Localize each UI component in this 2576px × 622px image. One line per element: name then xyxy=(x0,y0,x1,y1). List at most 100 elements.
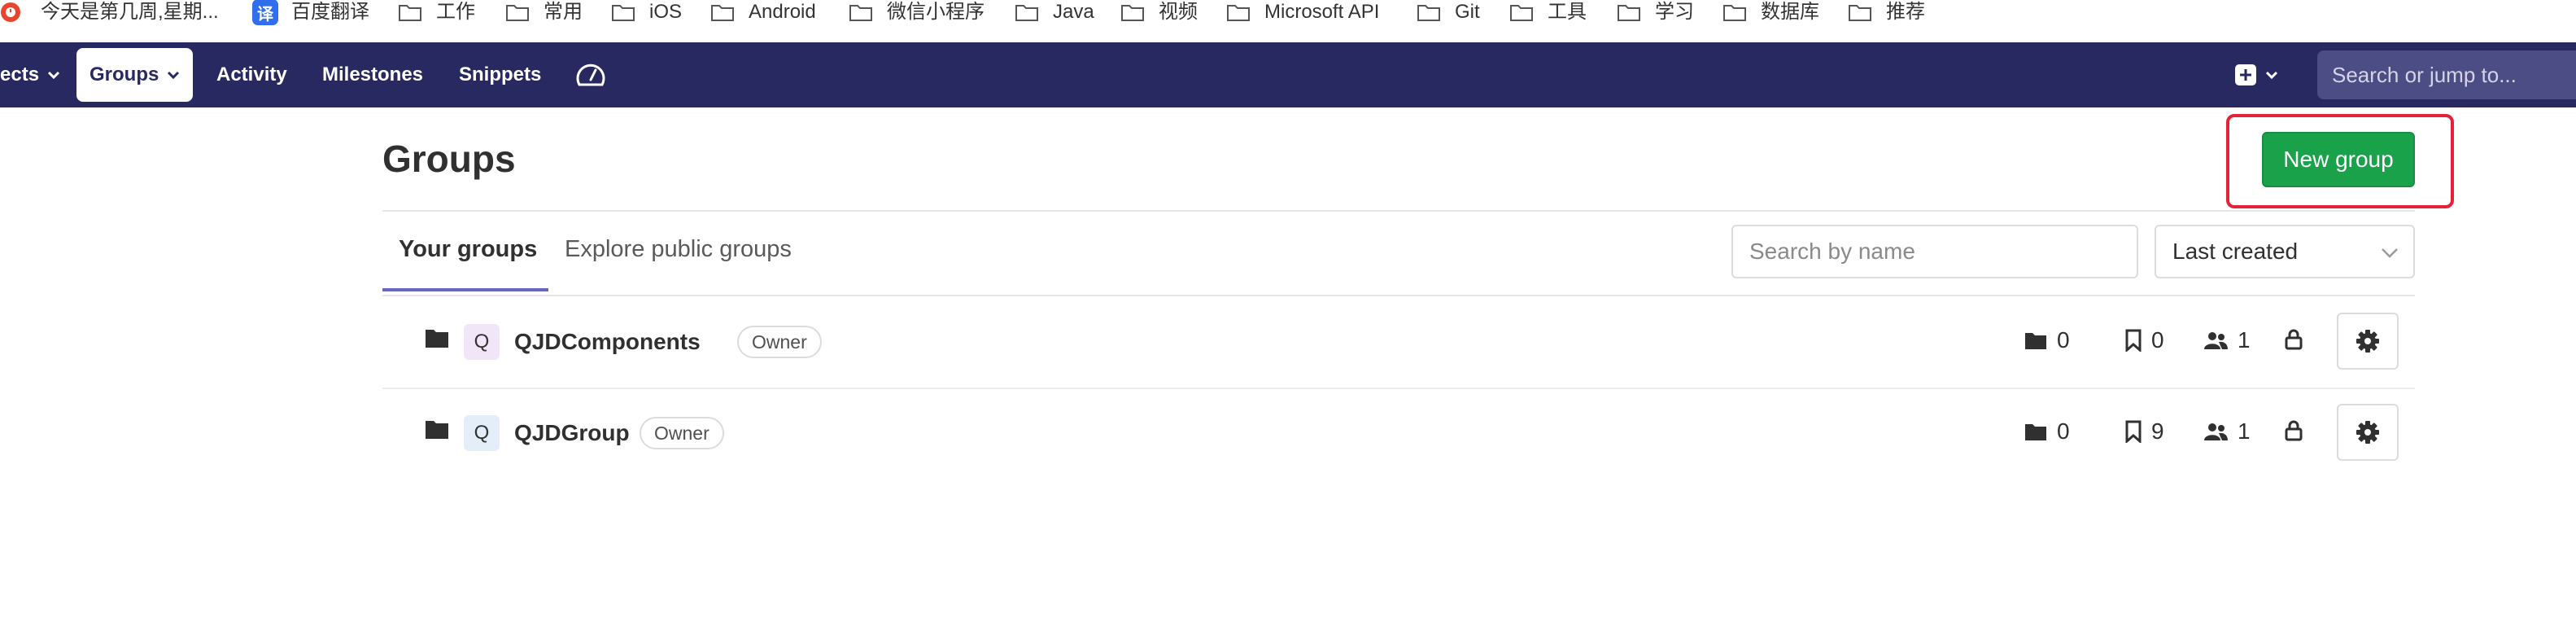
group-row[interactable]: Q QJDGroup Owner 0 9 1 xyxy=(382,389,2415,479)
bookmark-label: 工作 xyxy=(436,1,475,23)
role-badge: Owner xyxy=(737,326,822,358)
bookmark-label: 推荐 xyxy=(1886,1,1925,23)
plus-square-icon xyxy=(2235,64,2256,85)
nav-activity-label: Activity xyxy=(216,64,287,85)
folder-icon xyxy=(426,421,448,439)
members-count-value: 1 xyxy=(2238,418,2251,444)
bookmark-label: 视频 xyxy=(1159,1,1198,23)
page-title: Groups xyxy=(382,138,516,180)
folder-icon xyxy=(2025,333,2046,349)
global-search-placeholder: Search or jump to... xyxy=(2332,62,2517,87)
new-item-dropdown[interactable] xyxy=(2234,60,2278,90)
members-count: 1 xyxy=(2203,327,2251,353)
projects-count-value: 9 xyxy=(2151,418,2164,444)
bookmark-folder-database[interactable]: 数据库 xyxy=(1723,0,1819,24)
subgroups-count-value: 0 xyxy=(2057,327,2070,353)
dashboard-gauge-icon xyxy=(576,64,605,86)
folder-icon xyxy=(2025,424,2046,440)
folder-icon xyxy=(1723,5,1746,21)
bookmark-folder-study[interactable]: 学习 xyxy=(1618,0,1694,24)
subgroups-count-value: 0 xyxy=(2057,418,2070,444)
bookmark-label: Android xyxy=(749,1,816,23)
divider xyxy=(382,210,2415,212)
search-by-name-input[interactable] xyxy=(1731,225,2138,278)
new-group-button[interactable]: New group xyxy=(2262,132,2415,187)
bookmark-icon xyxy=(2125,420,2142,443)
chevron-down-icon xyxy=(2382,248,2398,258)
sort-select-value: Last created xyxy=(2172,239,2299,264)
tab-your-groups[interactable]: Your groups xyxy=(399,236,537,263)
nav-activity-link[interactable]: Activity xyxy=(216,42,287,107)
lock-icon xyxy=(2285,420,2303,441)
gear-icon xyxy=(2356,330,2379,353)
group-avatar: Q xyxy=(464,415,500,451)
bookmark-label: 学习 xyxy=(1655,1,1694,23)
folder-icon xyxy=(1121,5,1144,21)
folder-icon xyxy=(399,5,421,21)
bookmark-folder-video[interactable]: 视频 xyxy=(1121,0,1198,24)
bookmark-folder-tools[interactable]: 工具 xyxy=(1510,0,1587,24)
bookmark-folder-recommend[interactable]: 推荐 xyxy=(1849,0,1925,24)
bookmark-folder-java[interactable]: Java xyxy=(1015,0,1094,24)
folder-icon xyxy=(1015,5,1038,21)
group-settings-button[interactable] xyxy=(2337,313,2399,370)
top-navbar: ects Groups Activity Milestones Snippets… xyxy=(0,42,2576,107)
nav-groups-dropdown[interactable]: Groups xyxy=(76,48,194,102)
group-name-link[interactable]: QJDGroup xyxy=(514,420,630,446)
nav-performance-bar-button[interactable] xyxy=(574,42,607,107)
bookmark-folder-work[interactable]: 工作 xyxy=(399,0,475,24)
bookmark-baidu-translate[interactable]: 译 百度翻译 xyxy=(252,0,369,25)
subgroups-count: 0 xyxy=(2024,327,2070,353)
projects-count-value: 0 xyxy=(2151,327,2164,353)
folder-icon xyxy=(1618,5,1640,21)
group-avatar: Q xyxy=(464,324,500,360)
tab-explore-public-groups[interactable]: Explore public groups xyxy=(565,236,792,263)
bookmark-today-week[interactable]: 今天是第几周,星期... xyxy=(0,0,219,24)
folder-icon xyxy=(426,330,448,348)
active-tab-indicator xyxy=(382,288,548,291)
chevron-down-icon xyxy=(2265,71,2278,79)
folder-icon xyxy=(849,5,872,21)
bookmark-folder-microsoft-api[interactable]: Microsoft API xyxy=(1227,0,1379,24)
folder-icon xyxy=(612,5,635,21)
divider xyxy=(382,295,2415,296)
nav-projects-label: ects xyxy=(0,64,40,85)
bookmark-folder-common[interactable]: 常用 xyxy=(506,0,583,24)
nav-groups-label: Groups xyxy=(90,64,159,85)
group-settings-button[interactable] xyxy=(2337,404,2399,461)
group-row[interactable]: Q QJDComponents Owner 0 0 1 xyxy=(382,298,2415,388)
nav-milestones-link[interactable]: Milestones xyxy=(322,42,423,107)
members-count-value: 1 xyxy=(2238,327,2251,353)
bookmark-label: 工具 xyxy=(1548,1,1587,23)
users-icon xyxy=(2204,423,2228,440)
bookmark-label: Java xyxy=(1053,1,1094,23)
users-icon xyxy=(2204,332,2228,349)
folder-icon xyxy=(1849,5,1871,21)
bookmark-label: 百度翻译 xyxy=(291,1,369,23)
global-search-input[interactable]: Search or jump to... xyxy=(2317,50,2576,99)
projects-count: 0 xyxy=(2125,327,2164,353)
projects-count: 9 xyxy=(2125,418,2164,445)
bookmark-label: Git xyxy=(1455,1,1480,23)
folder-icon xyxy=(1417,5,1440,21)
bookmark-label: iOS xyxy=(649,1,683,23)
bookmark-folder-ios[interactable]: iOS xyxy=(612,0,682,24)
folder-icon xyxy=(1227,5,1250,21)
bookmark-label: Microsoft API xyxy=(1264,1,1380,23)
nav-milestones-label: Milestones xyxy=(322,64,424,85)
nav-snippets-label: Snippets xyxy=(459,64,542,85)
bookmark-label: 今天是第几周,星期... xyxy=(41,1,219,23)
bookmark-icon xyxy=(2125,329,2142,352)
bookmark-folder-miniprogram[interactable]: 微信小程序 xyxy=(849,0,985,24)
bookmark-folder-android[interactable]: Android xyxy=(711,0,816,24)
subgroups-count: 0 xyxy=(2024,418,2070,445)
sort-select[interactable]: Last created xyxy=(2155,225,2415,278)
folder-icon xyxy=(711,5,734,21)
nav-snippets-link[interactable]: Snippets xyxy=(459,42,541,107)
chevron-down-icon xyxy=(47,71,60,79)
nav-projects-dropdown[interactable]: ects xyxy=(0,42,60,107)
bookmark-label: 微信小程序 xyxy=(887,1,985,23)
lock-icon xyxy=(2285,329,2303,350)
group-name-link[interactable]: QJDComponents xyxy=(514,329,701,355)
bookmark-folder-git[interactable]: Git xyxy=(1417,0,1480,24)
